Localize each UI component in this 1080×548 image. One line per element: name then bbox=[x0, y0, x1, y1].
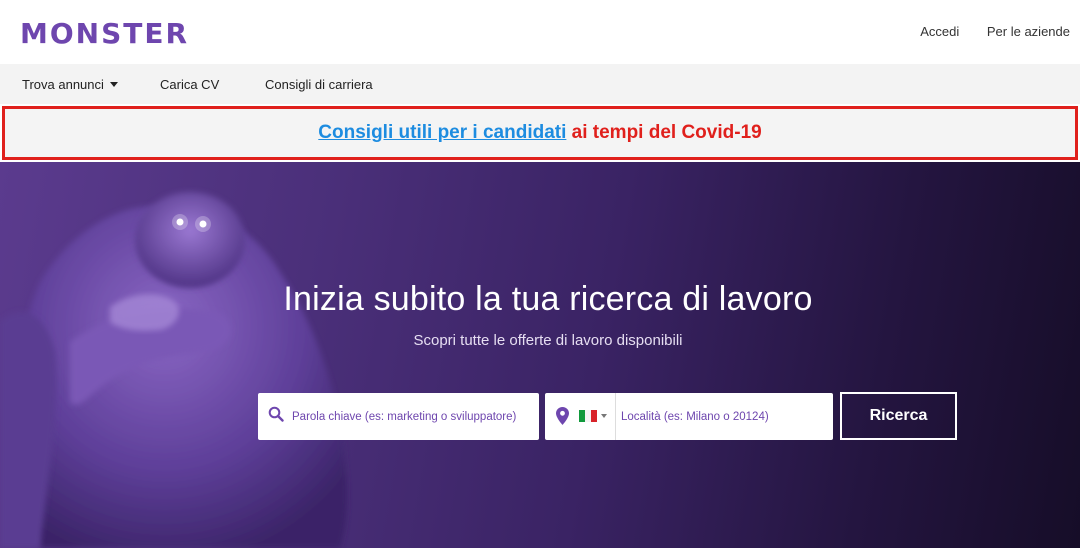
nav-item-label: Trova annunci bbox=[22, 77, 104, 92]
employers-link[interactable]: Per le aziende bbox=[987, 24, 1070, 39]
search-button[interactable]: Ricerca bbox=[840, 392, 957, 440]
nav-item-find-jobs[interactable]: Trova annunci bbox=[22, 77, 118, 92]
country-dropdown-caret-icon[interactable] bbox=[601, 414, 607, 418]
nav-item-upload-cv[interactable]: Carica CV bbox=[160, 77, 219, 92]
location-input[interactable] bbox=[621, 393, 829, 440]
nav-item-label: Consigli di carriera bbox=[265, 77, 373, 92]
monster-logo[interactable]: MONSTER bbox=[20, 18, 189, 50]
hero-title: Inizia subito la tua ricerca di lavoro bbox=[283, 280, 813, 318]
search-icon bbox=[268, 406, 284, 422]
covid-banner: Consigli utili per i candidati ai tempi … bbox=[2, 106, 1078, 160]
divider bbox=[615, 393, 616, 440]
logo-text: MONSTER bbox=[20, 17, 190, 50]
keyword-input[interactable] bbox=[292, 393, 536, 440]
top-header: MONSTER Accedi Per le aziende bbox=[0, 0, 1080, 64]
covid-banner-text: ai tempi del Covid-19 bbox=[566, 122, 762, 143]
italy-flag-icon[interactable] bbox=[579, 410, 597, 422]
location-search-box bbox=[545, 393, 833, 440]
monster-mascot-image bbox=[0, 192, 348, 548]
hero-subtitle: Scopri tutte le offerte di lavoro dispon… bbox=[413, 332, 683, 349]
location-pin-icon bbox=[556, 407, 569, 425]
hero-section: Inizia subito la tua ricerca di lavoro S… bbox=[0, 162, 1080, 548]
main-nav: Trova annunci Carica CV Consigli di carr… bbox=[0, 64, 1080, 104]
caret-down-icon bbox=[109, 82, 118, 87]
nav-item-label: Carica CV bbox=[160, 77, 220, 92]
nav-item-career-advice[interactable]: Consigli di carriera bbox=[265, 77, 373, 92]
covid-tips-link[interactable]: Consigli utili per i candidati bbox=[318, 122, 566, 143]
keyword-search-box bbox=[258, 393, 539, 440]
top-links: Accedi Per le aziende bbox=[896, 24, 1070, 39]
login-link[interactable]: Accedi bbox=[920, 24, 959, 39]
